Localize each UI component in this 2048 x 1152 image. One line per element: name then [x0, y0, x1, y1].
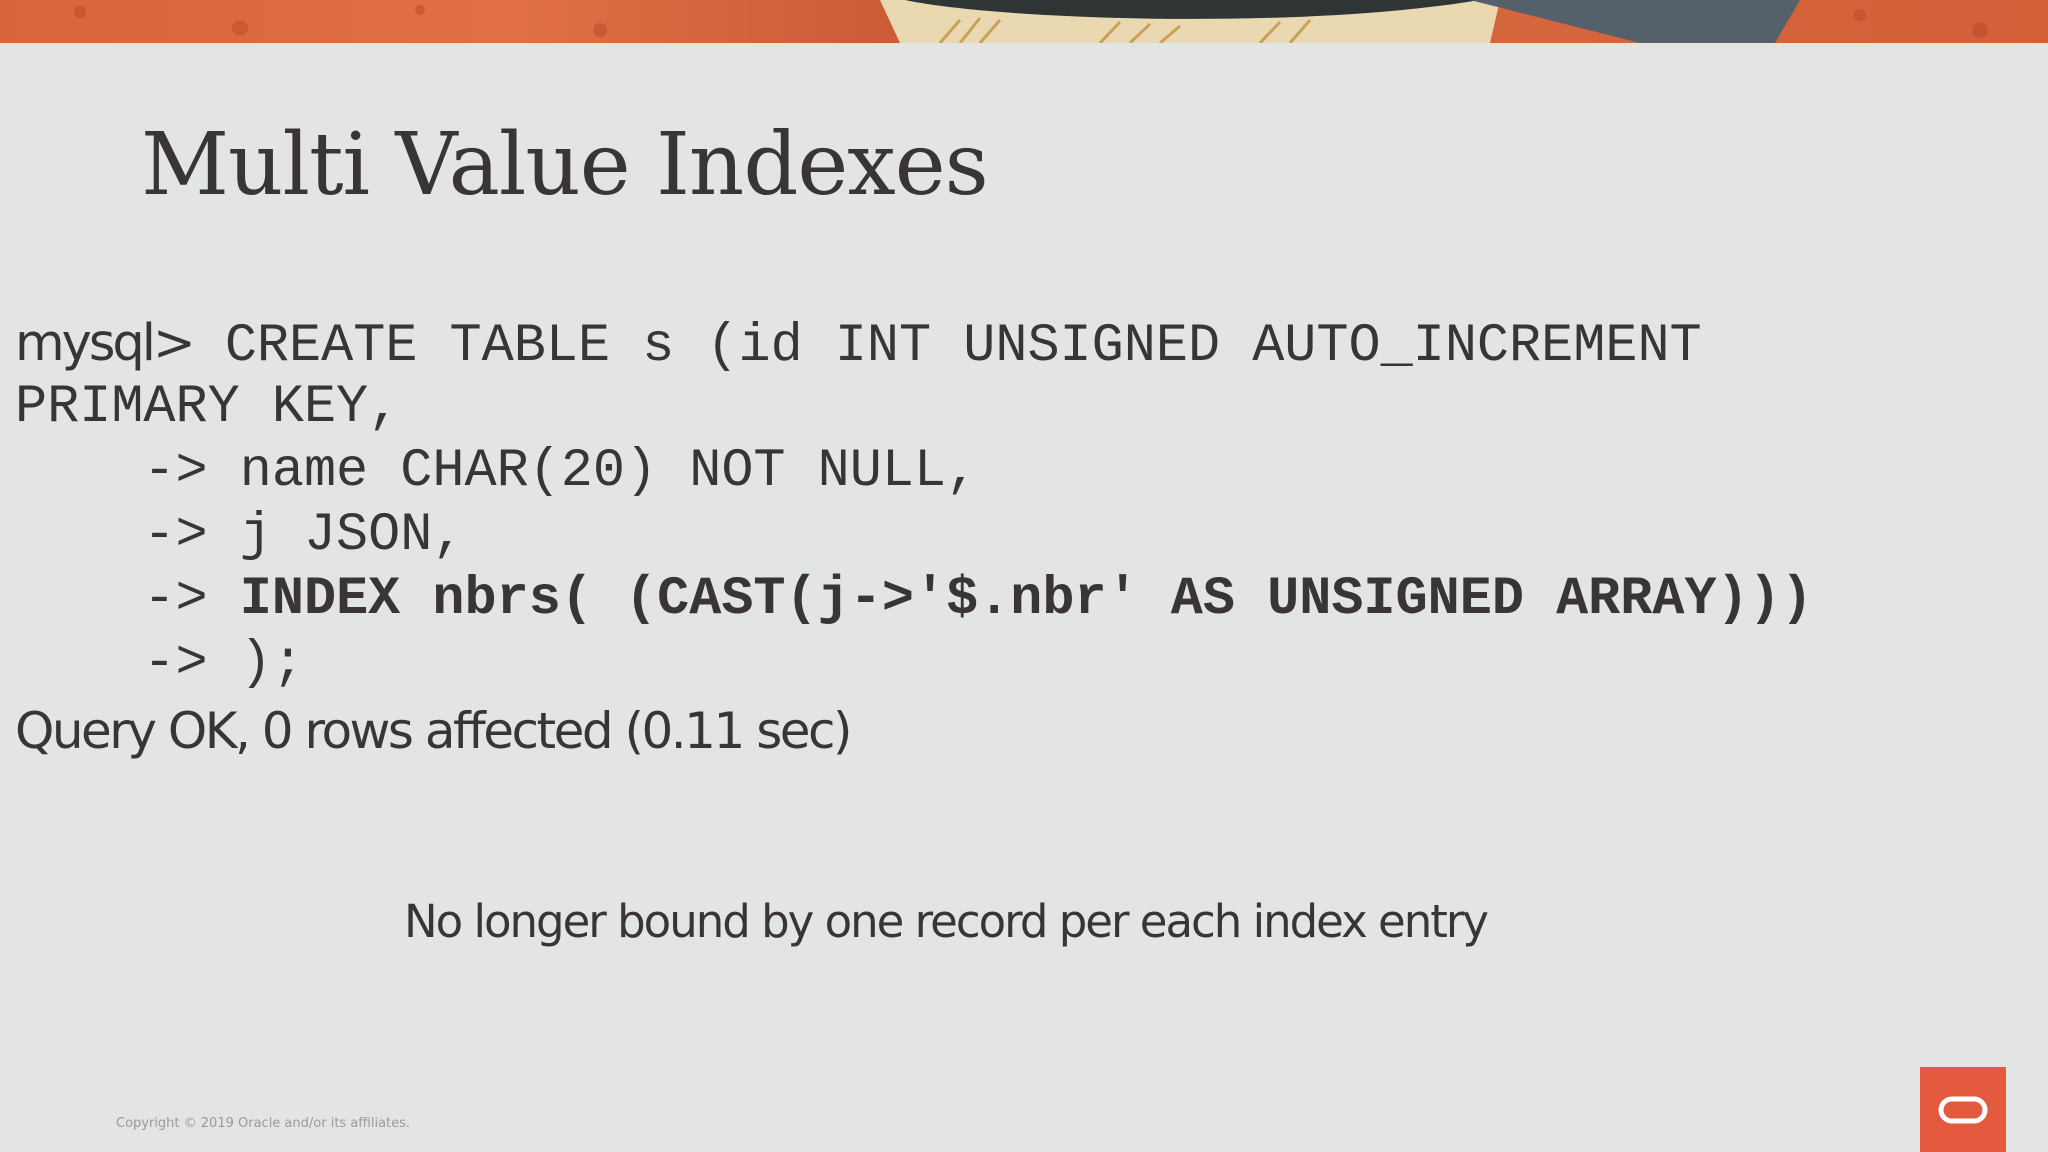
code-line-2: PRIMARY KEY,	[15, 376, 400, 440]
code-line-1: mysql> CREATE TABLE s (id INT UNSIGNED A…	[15, 312, 1702, 379]
code-text: ->	[15, 569, 240, 630]
slide-title: Multi Value Indexes	[141, 115, 989, 215]
code-text: -> name CHAR(20) NOT NULL,	[15, 441, 979, 502]
code-text-highlight: INDEX nbrs( (CAST(j->'$.nbr' AS UNSIGNED…	[239, 569, 1813, 630]
code-line-3: -> name CHAR(20) NOT NULL,	[15, 440, 978, 504]
code-line-6: -> );	[15, 632, 304, 696]
code-text: -> j JSON,	[15, 505, 465, 566]
banner-art	[74, 0, 1988, 43]
query-result: Query OK, 0 rows affected (0.11 sec)	[15, 702, 853, 760]
code-line-5: -> INDEX nbrs( (CAST(j->'$.nbr' AS UNSIG…	[15, 568, 1813, 632]
code-text: CREATE TABLE s (id INT UNSIGNED AUTO_INC…	[192, 316, 1702, 377]
decorative-banner	[0, 0, 2048, 43]
mysql-prompt: mysql>	[15, 314, 196, 373]
copyright-notice: Copyright © 2019 Oracle and/or its affil…	[116, 1116, 411, 1131]
code-text: -> );	[15, 633, 304, 694]
oracle-logo-icon	[1920, 1067, 2006, 1152]
slide-subtext: No longer bound by one record per each i…	[404, 895, 1489, 948]
code-text: PRIMARY KEY,	[15, 377, 401, 438]
code-line-4: -> j JSON,	[15, 504, 464, 568]
oracle-logo-shape	[1938, 1096, 1988, 1123]
